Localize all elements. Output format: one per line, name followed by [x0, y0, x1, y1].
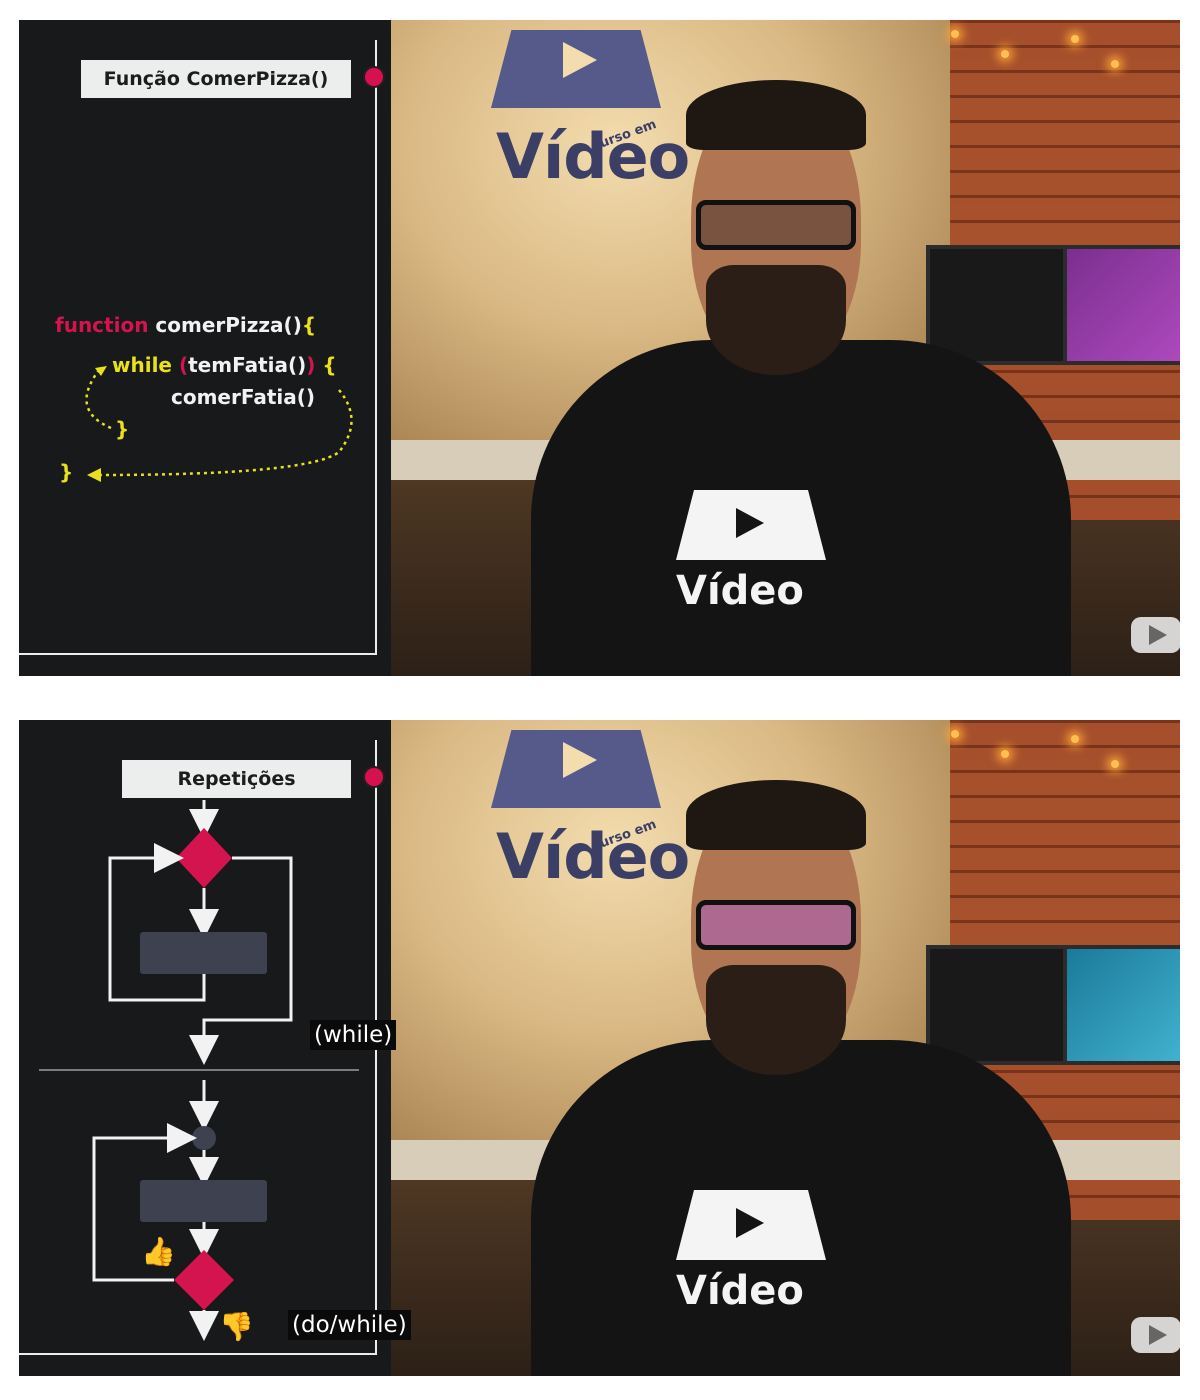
thumbs-up-icon: 👍: [141, 1235, 176, 1268]
outer-loop-arrow: [98, 389, 353, 477]
process-box: [140, 932, 267, 974]
caption-while: (while): [310, 1020, 397, 1050]
shirt-text: Vídeo: [676, 1268, 804, 1314]
thumbs-down-icon: 👎: [219, 1310, 254, 1343]
lamp-light: [1001, 750, 1009, 758]
presenter-hair: [686, 80, 866, 150]
loop-back-arrow: [108, 843, 206, 1002]
youtube-play-icon: [1149, 625, 1167, 645]
lamp-light: [951, 730, 959, 738]
presenter-beard: [706, 965, 846, 1075]
monitor-right: [1063, 945, 1180, 1065]
logo-text: Vídeo: [496, 820, 690, 893]
merge-node: [192, 1126, 216, 1150]
code-panel: Função ComerPizza() function comerPizza(…: [19, 20, 391, 676]
condition-diamond: [174, 1250, 234, 1310]
studio-photo: Vídeo curso em Vídeo: [391, 20, 1180, 676]
play-logo-icon: [563, 42, 597, 78]
play-logo-icon: [563, 742, 597, 778]
video-frame-bottom: Vídeo curso em Vídeo Repetições 👍 👎 (whi…: [19, 720, 1180, 1376]
lamp-light: [1001, 50, 1009, 58]
shirt-play-icon: [736, 508, 764, 538]
lamp-light: [1111, 760, 1119, 768]
loop-arrows: [85, 366, 353, 482]
shirt-text: Vídeo: [676, 568, 804, 614]
logo-text: Vídeo: [496, 120, 690, 193]
condition-diamond: [176, 828, 232, 888]
lamp-light: [1071, 35, 1079, 43]
youtube-play-icon: [1149, 1325, 1167, 1345]
monitor-right: [1063, 245, 1180, 365]
outer-arrow-head: [87, 468, 101, 482]
studio-photo: Vídeo curso em Vídeo: [391, 720, 1180, 1376]
presenter-glasses: [696, 200, 856, 250]
presenter-glasses: [696, 900, 856, 950]
monitor-left: [926, 945, 1071, 1065]
inner-loop-arrow: [85, 369, 112, 430]
presenter-beard: [706, 265, 846, 375]
lamp-light: [951, 30, 959, 38]
monitor-left: [926, 245, 1071, 365]
caption-dowhile: (do/while): [288, 1310, 411, 1340]
lamp-light: [1111, 60, 1119, 68]
lamp-light: [1071, 735, 1079, 743]
presenter-hair: [686, 780, 866, 850]
video-frame-top: Vídeo curso em Vídeo Função ComerPizza()…: [19, 20, 1180, 676]
process-box: [140, 1180, 267, 1222]
shirt-play-icon: [736, 1208, 764, 1238]
